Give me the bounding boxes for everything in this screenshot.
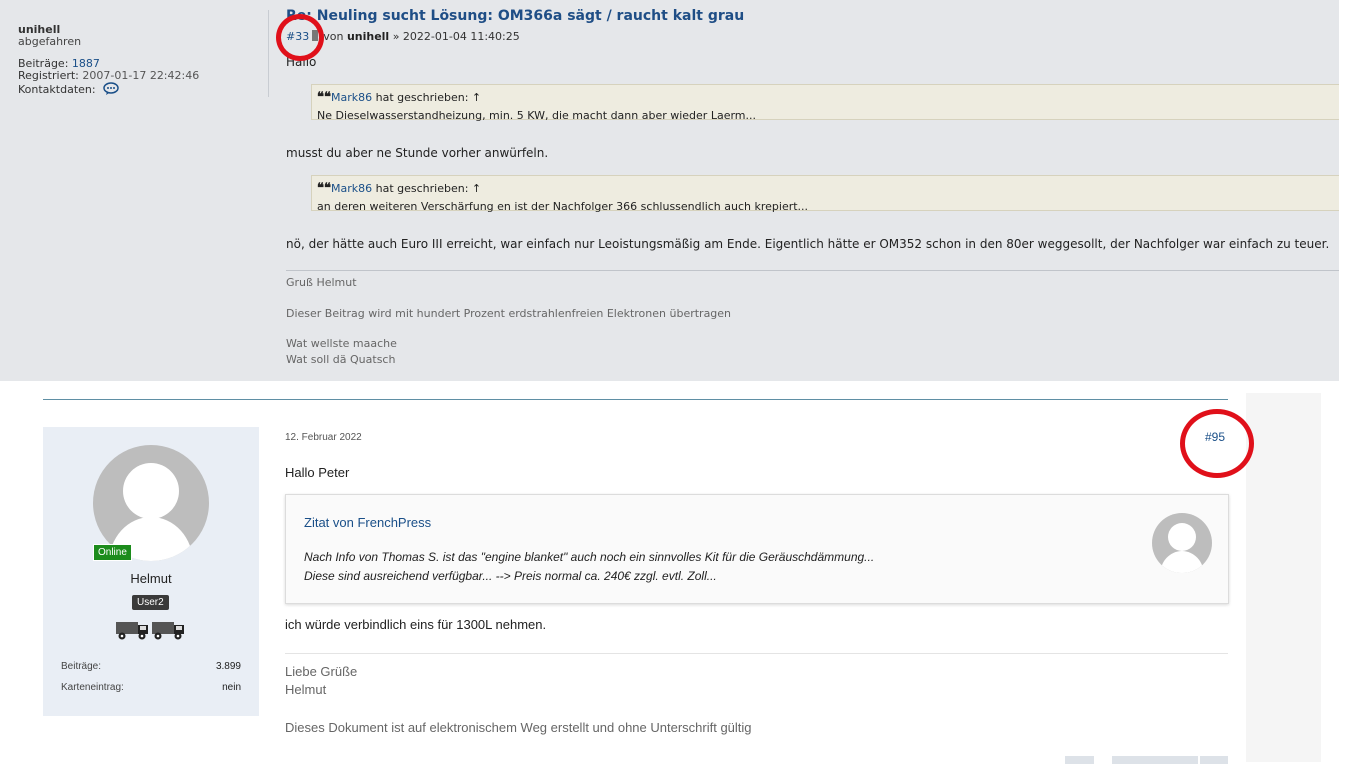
post-separator [43, 399, 1228, 400]
red-circle-annotation [276, 14, 324, 61]
quote-button[interactable] [1065, 756, 1094, 764]
map-label: Karteneintrag: [61, 682, 124, 693]
more-options-button[interactable] [1200, 756, 1228, 764]
posts-value[interactable]: 3.899 [216, 661, 241, 672]
top-post-body: Re: Neuling sucht Lösung: OM366a sägt / … [286, 8, 1339, 366]
posts-label: Beiträge: [61, 661, 102, 672]
quote-block: Zitat von FrenchPress Nach Info von Thom… [285, 494, 1229, 604]
signature-line: Wat wellste maache [286, 337, 397, 350]
author-name[interactable]: Helmut [43, 571, 259, 586]
post-body-text: ich würde verbindlich eins für 1300L neh… [285, 617, 547, 632]
top-author-title: abgefahren [18, 35, 82, 48]
truck-rank-icon [114, 614, 188, 642]
quote-suffix[interactable]: hat geschrieben: ↑ [376, 91, 482, 104]
quote-text: an deren weiteren Verschärfung en ist de… [317, 200, 809, 213]
post-timestamp: » 2022-01-04 11:40:25 [392, 30, 520, 43]
quote-avatar[interactable] [1152, 513, 1212, 573]
quote-header: ❝❝Mark86 hat geschrieben: ↑ [317, 181, 1333, 196]
top-author-contact: Kontaktdaten: [18, 82, 199, 96]
signature-divider [286, 270, 1339, 271]
quote-mark-icon: ❝❝ [317, 181, 331, 196]
post-greeting: Hallo Peter [285, 465, 350, 480]
signature-divider [285, 653, 1228, 654]
quote-text: Ne Dieselwasserstandheizung, min. 5 KW, … [317, 109, 757, 122]
author-map-stat: Karteneintrag: nein [61, 682, 241, 693]
rank-badge: User2 [132, 595, 169, 610]
top-post-container: unihell abgefahren Beiträge: 1887 Regist… [0, 0, 1339, 381]
post-title[interactable]: Re: Neuling sucht Lösung: OM366a sägt / … [286, 8, 1339, 26]
bottom-post-card: Online Helmut User2 Beiträge: 3.899 Kart… [25, 393, 1246, 764]
post-author-link[interactable]: unihell [347, 30, 389, 43]
signature-line: Wat soll dä Quatsch [286, 353, 396, 366]
post-meta: #33 von unihell » 2022-01-04 11:40:25 [286, 30, 1339, 44]
quote-block: ❝❝Mark86 hat geschrieben: ↑ Ne Dieselwas… [311, 84, 1339, 122]
signature-line: Helmut [285, 682, 327, 697]
by-label: von [323, 30, 344, 43]
signature-line: Dieser Beitrag wird mit hundert Prozent … [286, 307, 732, 320]
signature-line: Dieses Dokument ist auf elektronischem W… [285, 720, 752, 735]
post-paragraph: nö, der hätte auch Euro III erreicht, wa… [286, 237, 1330, 251]
map-value: nein [222, 682, 241, 693]
chat-bubble-icon[interactable] [103, 82, 119, 95]
signature-line: Gruß Helmut [286, 276, 357, 289]
registered-label: Registriert: [18, 69, 79, 82]
reply-button[interactable] [1112, 756, 1198, 764]
quote-title-link[interactable]: Zitat von FrenchPress [304, 515, 431, 530]
red-circle-annotation [1180, 409, 1254, 478]
quote-header: ❝❝Mark86 hat geschrieben: ↑ [317, 90, 1333, 105]
quote-block: ❝❝Mark86 hat geschrieben: ↑ an deren wei… [311, 175, 1339, 213]
quote-suffix[interactable]: hat geschrieben: ↑ [376, 182, 482, 195]
author-posts-stat: Beiträge: 3.899 [61, 661, 241, 672]
contact-label: Kontaktdaten: [18, 83, 96, 96]
top-author-panel: unihell abgefahren Beiträge: 1887 Regist… [18, 24, 199, 96]
post-date[interactable]: 12. Februar 2022 [285, 432, 362, 443]
quote-author-link[interactable]: Mark86 [331, 182, 372, 195]
bottom-author-panel: Online Helmut User2 Beiträge: 3.899 Kart… [43, 427, 259, 716]
post-paragraph: musst du aber ne Stunde vorher anwürfeln… [286, 146, 549, 160]
registered-value: 2007-01-17 22:42:46 [82, 69, 200, 82]
quote-text: Nach Info von Thomas S. ist das "engine … [304, 550, 875, 564]
quote-mark-icon: ❝❝ [317, 90, 331, 105]
quote-text: Diese sind ausreichend verfügbar... --> … [304, 569, 717, 583]
author-divider [268, 10, 269, 97]
signature-line: Liebe Grüße [285, 664, 358, 679]
bottom-post-container: Online Helmut User2 Beiträge: 3.899 Kart… [25, 393, 1321, 764]
online-badge: Online [93, 544, 132, 561]
quote-author-link[interactable]: Mark86 [331, 91, 372, 104]
top-author-registered: Registriert: 2007-01-17 22:42:46 [18, 70, 199, 82]
